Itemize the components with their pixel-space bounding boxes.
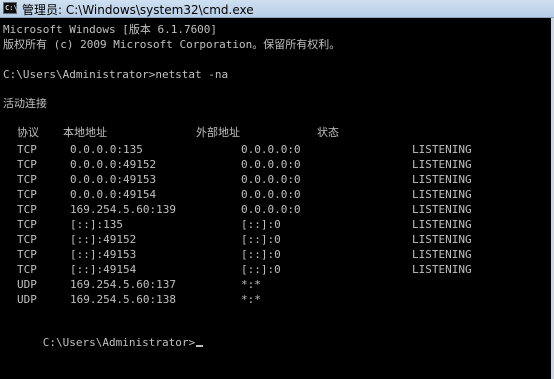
- command-line: C:\Users\Administrator>netstat -na: [3, 68, 229, 81]
- row-local-cell: 0.0.0.0:135: [70, 143, 143, 156]
- row-state-cell: LISTENING: [412, 158, 472, 171]
- header-state: 状态: [317, 126, 339, 139]
- row-local-cell: [::]:49153: [70, 248, 137, 261]
- header-foreign: 外部地址: [196, 126, 240, 139]
- row-proto-cell: TCP: [17, 248, 37, 261]
- row-proto-cell: TCP: [17, 173, 37, 186]
- row-proto-cell: TCP: [17, 158, 37, 171]
- section-title: 活动连接: [3, 97, 47, 110]
- row-proto-cell: TCP: [17, 143, 37, 156]
- row-proto-cell: TCP: [17, 203, 37, 216]
- row-local-cell: 169.254.5.60:139: [70, 203, 176, 216]
- row-state-cell: LISTENING: [412, 173, 472, 186]
- console-area[interactable]: Microsoft Windows [版本 6.1.7600] 版权所有 (c)…: [0, 18, 554, 379]
- row-local-cell: 169.254.5.60:138: [70, 293, 176, 306]
- row-local-cell: [::]:135: [70, 218, 123, 231]
- row-foreign-cell: 0.0.0.0:0: [241, 173, 301, 186]
- prompt-text: C:\Users\Administrator>: [42, 336, 196, 349]
- row-state-cell: LISTENING: [412, 188, 472, 201]
- row-local-cell: [::]:49154: [70, 263, 137, 276]
- cmd-app-icon: C:\: [3, 2, 18, 14]
- row-local-cell: 0.0.0.0:49152: [70, 158, 157, 171]
- row-state-cell: LISTENING: [412, 218, 472, 231]
- header-proto: 协议: [17, 126, 39, 139]
- row-foreign-cell: [::]:0: [241, 218, 281, 231]
- row-foreign-cell: [::]:0: [241, 263, 281, 276]
- row-foreign-cell: 0.0.0.0:0: [241, 188, 301, 201]
- row-foreign-cell: [::]:0: [241, 233, 281, 246]
- row-foreign-cell: 0.0.0.0:0: [241, 203, 301, 216]
- row-proto-cell: TCP: [17, 188, 37, 201]
- prompt-line[interactable]: C:\Users\Administrator>: [3, 320, 204, 349]
- row-state-cell: LISTENING: [412, 203, 472, 216]
- row-state-cell: LISTENING: [412, 248, 472, 261]
- header-local: 本地地址: [63, 126, 107, 139]
- row-proto-cell: TCP: [17, 263, 37, 276]
- row-proto-cell: TCP: [17, 233, 37, 246]
- copyright-line: 版权所有 (c) 2009 Microsoft Corporation。保留所有…: [3, 38, 341, 51]
- title-bar[interactable]: C:\ 管理员: C:\Windows\system32\cmd.exe: [0, 0, 554, 18]
- row-state-cell: LISTENING: [412, 263, 472, 276]
- row-foreign-cell: 0.0.0.0:0: [241, 143, 301, 156]
- row-local-cell: 0.0.0.0:49153: [70, 173, 157, 186]
- window-title: 管理员: C:\Windows\system32\cmd.exe: [22, 3, 254, 17]
- row-proto-cell: TCP: [17, 218, 37, 231]
- text-cursor: [196, 345, 204, 347]
- row-local-cell: 169.254.5.60:137: [70, 278, 176, 291]
- version-line: Microsoft Windows [版本 6.1.7600]: [3, 23, 218, 36]
- row-foreign-cell: [::]:0: [241, 248, 281, 261]
- row-foreign-cell: *:*: [241, 278, 261, 291]
- row-proto-cell: UDP: [17, 278, 37, 291]
- row-proto-cell: UDP: [17, 293, 37, 306]
- row-state-cell: LISTENING: [412, 143, 472, 156]
- row-state-cell: LISTENING: [412, 233, 472, 246]
- row-local-cell: 0.0.0.0:49154: [70, 188, 157, 201]
- row-foreign-cell: *:*: [241, 293, 261, 306]
- cmd-window: C:\ 管理员: C:\Windows\system32\cmd.exe Mic…: [0, 0, 554, 379]
- row-local-cell: [::]:49152: [70, 233, 137, 246]
- row-foreign-cell: 0.0.0.0:0: [241, 158, 301, 171]
